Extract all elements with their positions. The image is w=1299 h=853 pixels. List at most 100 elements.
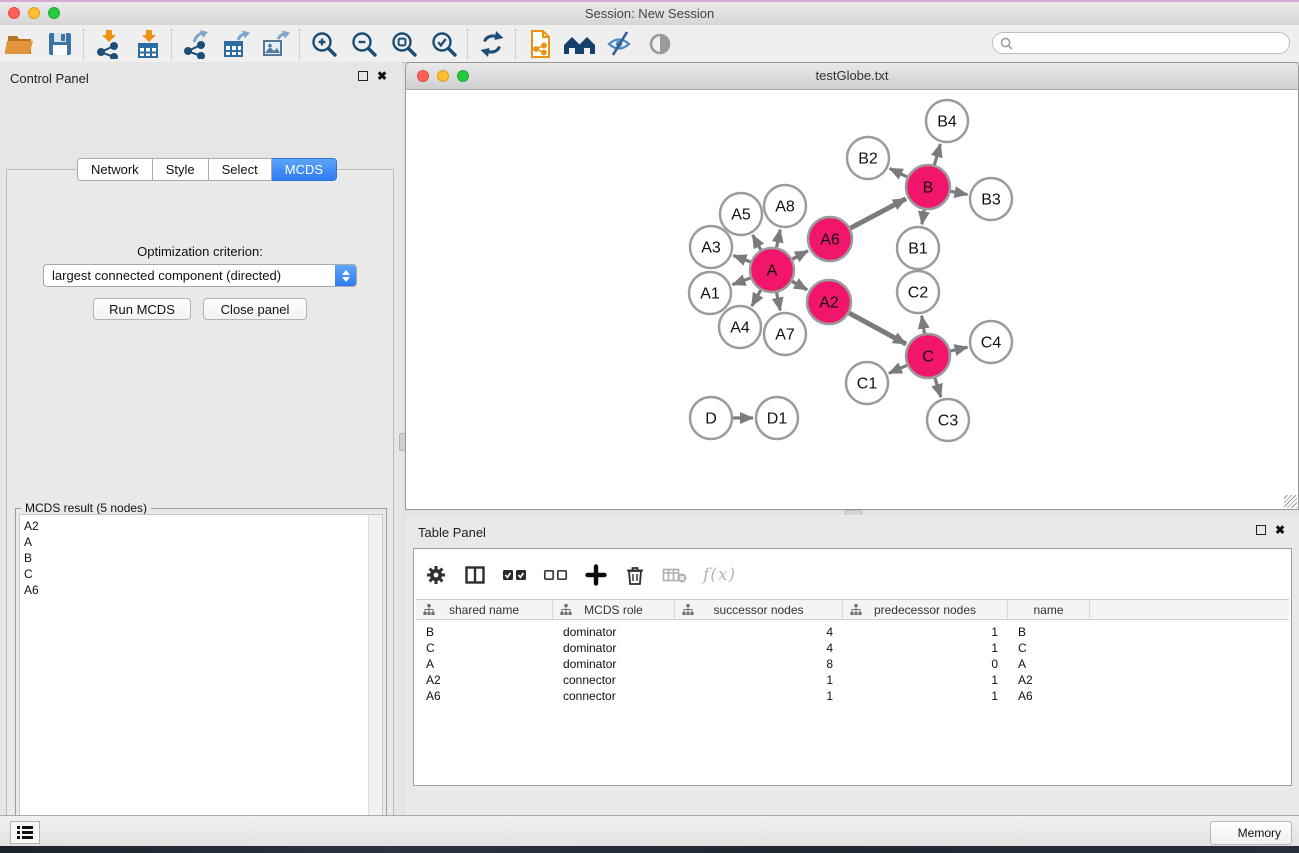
deselect-all-icon[interactable] (543, 561, 569, 589)
graph-node-D[interactable]: D (690, 397, 732, 439)
graph-node-B[interactable]: B (906, 165, 950, 209)
mcds-result-item[interactable]: C (20, 566, 382, 582)
mcds-result-item[interactable]: A6 (20, 582, 382, 598)
graph-edge-A6-B[interactable] (850, 199, 906, 229)
graph-node-A8[interactable]: A8 (764, 185, 806, 227)
float-panel-icon[interactable] (1256, 525, 1266, 535)
graph-edge-C-C1[interactable] (889, 365, 907, 373)
import-network-icon[interactable] (88, 28, 128, 60)
zoom-out-icon[interactable] (344, 28, 384, 60)
table-cell[interactable]: A (1008, 657, 1090, 671)
graph-node-A4[interactable]: A4 (719, 306, 761, 348)
tab-select[interactable]: Select (209, 158, 272, 181)
tab-style[interactable]: Style (153, 158, 209, 181)
table-cell[interactable]: 1 (843, 641, 1008, 655)
show-panels-list-button[interactable] (10, 821, 40, 844)
memory-button[interactable]: Memory (1210, 821, 1292, 845)
export-image-icon[interactable] (256, 28, 296, 60)
mcds-result-item[interactable]: B (20, 550, 382, 566)
hide-graphics-details-icon[interactable] (600, 28, 640, 60)
table-row[interactable]: Adominator80A (416, 656, 1289, 672)
table-cell[interactable]: B (416, 625, 553, 639)
table-cell[interactable]: connector (553, 673, 675, 687)
graph-node-C1[interactable]: C1 (846, 362, 888, 404)
show-column-icon[interactable] (463, 561, 487, 589)
mcds-result-item[interactable]: A (20, 534, 382, 550)
graph-node-A1[interactable]: A1 (689, 272, 731, 314)
graph-node-B3[interactable]: B3 (970, 178, 1012, 220)
show-graphics-details-icon[interactable] (640, 28, 680, 60)
table-cell[interactable]: 1 (843, 689, 1008, 703)
column-header-predecessor-nodes[interactable]: predecessor nodes (843, 600, 1008, 619)
optimization-criterion-select[interactable]: largest connected component (directed) (43, 264, 357, 287)
graph-node-B1[interactable]: B1 (897, 227, 939, 269)
export-network-icon[interactable] (176, 28, 216, 60)
column-header-name[interactable]: name (1008, 600, 1090, 619)
network-window-titlebar[interactable]: testGlobe.txt (406, 63, 1298, 90)
go-home-icon[interactable] (560, 28, 600, 60)
delete-column-icon[interactable] (623, 561, 647, 589)
add-column-icon[interactable] (584, 561, 608, 589)
graph-node-A5[interactable]: A5 (720, 193, 762, 235)
graph-edge-A2-C[interactable] (849, 313, 906, 344)
tab-network[interactable]: Network (77, 158, 153, 181)
column-header-shared-name[interactable]: shared name (416, 600, 553, 619)
table-cell[interactable]: C (416, 641, 553, 655)
scrollbar-track[interactable] (368, 515, 382, 853)
table-cell[interactable]: 4 (675, 625, 843, 639)
window-resize-grip[interactable] (1284, 495, 1297, 508)
graph-node-C2[interactable]: C2 (897, 271, 939, 313)
table-cell[interactable]: A (416, 657, 553, 671)
graph-edge-A-A3[interactable] (733, 255, 750, 261)
tab-mcds[interactable]: MCDS (272, 158, 337, 181)
table-cell[interactable]: 1 (843, 625, 1008, 639)
select-all-icon[interactable] (502, 561, 528, 589)
table-row[interactable]: Cdominator41C (416, 640, 1289, 656)
graph-edge-B-B1[interactable] (922, 210, 924, 225)
graph-node-B2[interactable]: B2 (847, 137, 889, 179)
search-input[interactable] (1017, 35, 1289, 51)
table-row[interactable]: A6connector11A6 (416, 688, 1289, 704)
table-cell[interactable]: 8 (675, 657, 843, 671)
graph-edge-C-C3[interactable] (935, 378, 941, 397)
table-cell[interactable]: A6 (416, 689, 553, 703)
table-cell[interactable]: dominator (553, 657, 675, 671)
graph-node-C3[interactable]: C3 (927, 399, 969, 441)
run-mcds-button[interactable]: Run MCDS (93, 298, 191, 320)
close-panel-icon[interactable]: ✖ (377, 71, 387, 81)
zoom-selected-icon[interactable] (424, 28, 464, 60)
table-cell[interactable]: B (1008, 625, 1090, 639)
table-cell[interactable]: A6 (1008, 689, 1090, 703)
graph-node-C[interactable]: C (906, 334, 950, 378)
zoom-fit-icon[interactable] (384, 28, 424, 60)
graph-edge-A-A5[interactable] (753, 235, 761, 250)
column-header-mcds-role[interactable]: MCDS role (553, 600, 675, 619)
graph-edge-B-B4[interactable] (934, 144, 940, 165)
clone-network-icon[interactable] (520, 28, 560, 60)
graph-node-D1[interactable]: D1 (756, 397, 798, 439)
table-row[interactable]: A2connector11A2 (416, 672, 1289, 688)
close-panel-icon[interactable]: ✖ (1275, 525, 1285, 535)
graph-edge-C-C4[interactable] (950, 347, 967, 351)
close-panel-button[interactable]: Close panel (203, 298, 307, 320)
table-cell[interactable]: 1 (843, 673, 1008, 687)
table-row[interactable]: Bdominator41B (416, 624, 1289, 640)
graph-edge-A-A4[interactable] (752, 290, 761, 306)
save-session-icon[interactable] (40, 28, 80, 60)
graph-node-A7[interactable]: A7 (764, 313, 806, 355)
graph-node-A2[interactable]: A2 (807, 280, 851, 324)
import-table-icon[interactable] (128, 28, 168, 60)
graph-edge-A-A1[interactable] (733, 278, 751, 285)
table-cell[interactable]: dominator (553, 625, 675, 639)
column-header-successor-nodes[interactable]: successor nodes (675, 600, 843, 619)
export-table-icon[interactable] (216, 28, 256, 60)
mcds-result-item[interactable]: A2 (20, 518, 382, 534)
graph-node-A3[interactable]: A3 (690, 226, 732, 268)
graph-edge-A-A7[interactable] (777, 293, 781, 311)
graph-node-A[interactable]: A (750, 248, 794, 292)
zoom-in-icon[interactable] (304, 28, 344, 60)
graph-edge-A-A2[interactable] (792, 281, 807, 290)
table-settings-gear-icon[interactable] (424, 561, 448, 589)
table-cell[interactable]: dominator (553, 641, 675, 655)
open-session-icon[interactable] (0, 28, 40, 60)
